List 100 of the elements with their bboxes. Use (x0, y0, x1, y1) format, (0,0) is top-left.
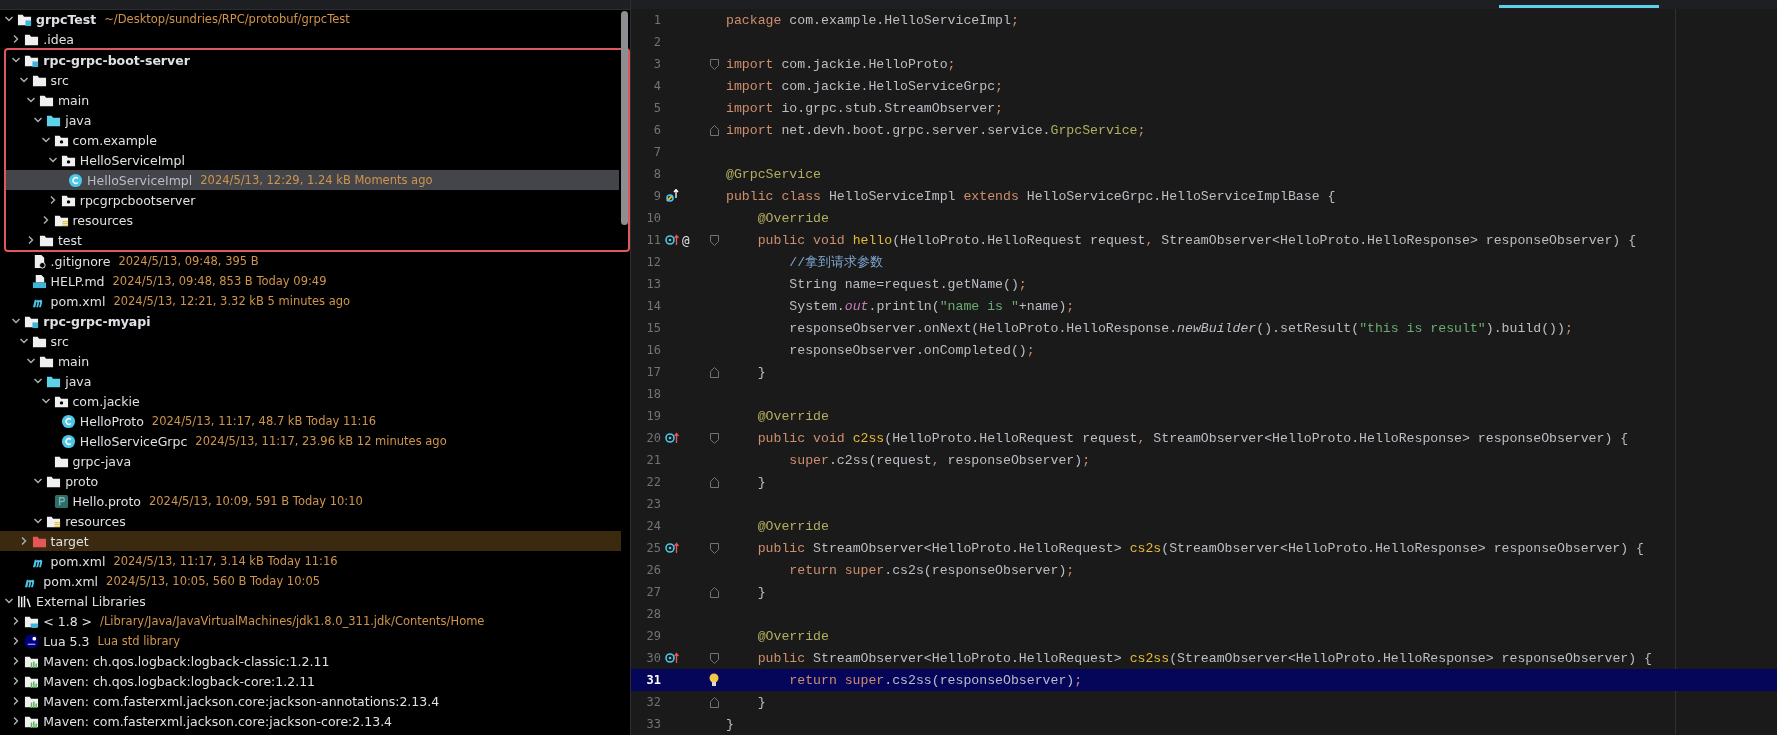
tree-label: .gitignore (50, 253, 111, 269)
gutter-marker[interactable]: @ (682, 232, 690, 248)
chevron-down-icon[interactable] (33, 115, 44, 125)
lightbulb-icon[interactable] (708, 673, 720, 687)
tree-row[interactable]: < 1.8 > /Library/Java/JavaVirtualMachines/jdk1.8.0_311.jdk/Contents/Home (0, 611, 621, 631)
override-icon[interactable] (665, 652, 679, 664)
fold-marker-icon[interactable] (709, 542, 719, 554)
line-number: 1 (652, 13, 661, 27)
chevron-down-icon[interactable] (18, 75, 29, 85)
tree-label: main (57, 353, 90, 369)
code-text: } (726, 716, 734, 732)
tree-row[interactable]: java (0, 371, 621, 391)
fold-marker-icon[interactable] (709, 586, 719, 598)
fold-marker-icon[interactable] (709, 124, 719, 136)
file-info: 2024/5/13, 12:29, 1.24 kB Moments ago (200, 173, 433, 187)
tree-row[interactable]: java (6, 110, 619, 130)
tree-row[interactable]: pom.xml 2024/5/13, 12:21, 3.32 kB 5 minutes ago (0, 291, 621, 311)
chevron-down-icon[interactable] (33, 376, 44, 386)
tree-row[interactable]: com.jackie (0, 391, 621, 411)
tree-row[interactable]: Hello.proto 2024/5/13, 10:09, 591 B Today 10:10 (0, 491, 621, 511)
tree-label: rpc-grpc-myapi (43, 313, 151, 329)
code-text: return super.cs2ss(responseObserver); (788, 672, 1083, 688)
code-text: @Override (756, 518, 829, 534)
code-text: System.out.println("name is "+name); (788, 298, 1075, 314)
code-text: @Override (756, 408, 829, 424)
override-icon[interactable] (665, 432, 679, 444)
chevron-down-icon[interactable] (40, 396, 51, 406)
line-number: 14 (645, 299, 661, 313)
chevron-down-icon[interactable] (25, 95, 36, 105)
tree-row[interactable]: Maven: com.fasterxml.jackson.core:jackson-core:2.13.4 (0, 711, 621, 731)
chevron-down-icon[interactable] (25, 356, 36, 366)
tree-row[interactable]: .gitignore 2024/5/13, 09:48, 395 B (0, 251, 621, 271)
fold-marker-icon[interactable] (709, 476, 719, 488)
tree-label: HelloServiceGrpc (79, 433, 188, 449)
chevron-down-icon[interactable] (4, 14, 14, 24)
fold-marker-icon[interactable] (709, 696, 719, 708)
tree-label: pom.xml (50, 293, 106, 309)
file-info: 2024/5/13, 10:05, 560 B Today 10:05 (106, 574, 320, 588)
tree-label: com.jackie (72, 393, 140, 409)
tree-row[interactable]: src (0, 331, 621, 351)
tree-row[interactable]: resources (0, 511, 621, 531)
tree-row[interactable]: grpcTest ~/Desktop/sundries/RPC/protobuf/grpcTest (0, 9, 621, 29)
line-number: 20 (645, 431, 661, 445)
tree-row[interactable]: pom.xml 2024/5/13, 10:05, 560 B Today 10:05 (0, 571, 621, 591)
tree-row[interactable]: HELP.md 2024/5/13, 09:48, 853 B Today 09:49 (0, 271, 621, 291)
tree-label: HelloServiceImpl (87, 172, 193, 188)
tree-label: pom.xml (50, 553, 106, 569)
class-icon (60, 413, 76, 429)
tree-row[interactable]: External Libraries (0, 591, 621, 611)
chevron-down-icon[interactable] (33, 476, 44, 486)
tree-row[interactable]: target (0, 531, 621, 551)
line-number: 13 (645, 277, 661, 291)
tree-row[interactable]: resources (6, 210, 619, 230)
implemented-icon[interactable] (665, 189, 679, 203)
override-icon[interactable] (665, 542, 679, 554)
tree-row[interactable]: Lua 5.3 Lua std library (0, 631, 621, 651)
tree-row[interactable]: src (6, 70, 619, 90)
tree-label: Maven: com.fasterxml.jackson.core:jackson-core:2.13.4 (43, 713, 393, 729)
tree-row[interactable]: pom.xml 2024/5/13, 11:17, 3.14 kB Today 11:16 (0, 551, 621, 571)
chevron-down-icon[interactable] (40, 135, 51, 145)
tree-row[interactable]: Maven: ch.qos.logback:logback-classic:1.2.11 (0, 651, 621, 671)
scrollbar[interactable] (621, 11, 628, 225)
chevron-down-icon[interactable] (18, 336, 29, 346)
tree-label: java (65, 373, 92, 389)
line-number: 12 (645, 255, 661, 269)
tree-row[interactable]: HelloServiceImpl 2024/5/13, 12:29, 1.24 kB Moments ago (6, 170, 619, 190)
fold-marker-icon[interactable] (709, 234, 719, 246)
tree-row[interactable]: rpc-grpc-myapi (0, 311, 621, 331)
tree-row[interactable]: proto (0, 471, 621, 491)
code-text: @Override (756, 628, 829, 644)
line-number: 11 (645, 233, 661, 247)
class-icon (68, 172, 84, 188)
tree-label: pom.xml (43, 573, 99, 589)
tree-row[interactable]: com.example (6, 130, 619, 150)
chevron-down-icon[interactable] (11, 316, 22, 326)
tree-row[interactable]: main (0, 351, 621, 371)
fold-marker-icon[interactable] (709, 366, 719, 378)
fold-marker-icon[interactable] (709, 652, 719, 664)
tree-row[interactable]: Maven: ch.qos.logback:logback-core:1.2.11 (0, 671, 621, 691)
tree-row[interactable]: HelloProto 2024/5/13, 11:17, 48.7 kB Today 11:16 (0, 411, 621, 431)
tree-row[interactable]: test (6, 230, 619, 250)
tree-row[interactable]: rpcgrpcbootserver (6, 190, 619, 210)
tree-row[interactable]: Maven: com.fasterxml.jackson.core:jackson-annotations:2.13.4 (0, 691, 621, 711)
tree-row[interactable]: .idea (0, 29, 621, 49)
chevron-down-icon[interactable] (33, 516, 44, 526)
tree-row[interactable]: rpc-grpc-boot-server (6, 50, 619, 70)
chevron-down-icon[interactable] (4, 596, 14, 606)
fold-marker-icon[interactable] (709, 58, 719, 70)
fold-marker-icon[interactable] (709, 432, 719, 444)
chevron-down-icon[interactable] (47, 155, 58, 165)
tree-label: test (57, 232, 82, 248)
code-text: super.c2ss(request, responseObserver); (788, 452, 1091, 468)
tree-row[interactable]: HelloServiceGrpc 2024/5/13, 11:17, 23.96 kB 12 minutes ago (0, 431, 621, 451)
tree-row[interactable]: HelloServiceImpl (6, 150, 619, 170)
code-text: String name=request.getName(); (788, 276, 1027, 292)
chevron-down-icon[interactable] (11, 55, 22, 65)
tree-row[interactable]: grpc-java (0, 451, 621, 471)
tree-label: Maven: ch.qos.logback:logback-core:1.2.11 (43, 673, 316, 689)
override-icon[interactable] (665, 234, 679, 246)
tree-row[interactable]: main (6, 90, 619, 110)
